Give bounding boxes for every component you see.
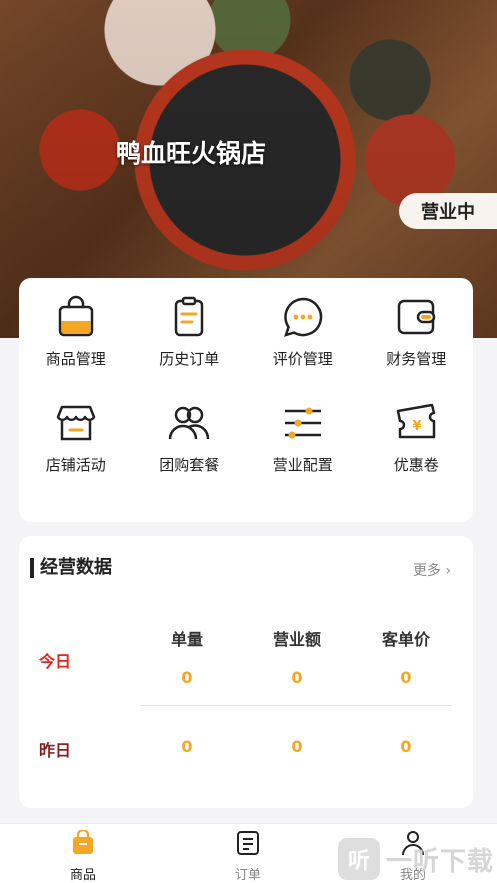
storefront-icon — [53, 400, 99, 446]
watermark-text: 一听下载 — [386, 846, 495, 877]
watermark-glyph: 听 — [338, 838, 380, 880]
value-yesterday-orders: 0 — [181, 737, 193, 756]
more-link[interactable]: 更多 › — [413, 560, 451, 580]
more-link-label: 更多 — [412, 563, 441, 579]
wallet-icon — [393, 294, 439, 340]
divider — [140, 705, 452, 706]
section-title: 经营数据 — [30, 558, 112, 578]
value-today-avg-price: 0 — [400, 668, 412, 687]
order-list-icon — [236, 830, 260, 860]
menu-item-products[interactable]: 商品管理 — [19, 294, 133, 400]
business-data-card: 经营数据 更多 › 单量 营业额 客单价 今日 0 0 0 昨日 0 0 0 — [19, 536, 473, 808]
menu-item-group-buy[interactable]: 团购套餐 — [133, 400, 247, 506]
menu-item-label: 评价管理 — [272, 350, 333, 368]
column-header: 客单价 — [381, 630, 430, 649]
menu-item-order-history[interactable]: 历史订单 — [133, 294, 247, 400]
bag-icon — [71, 828, 95, 860]
tab-orders[interactable]: 订单 — [208, 830, 288, 883]
row-label-today: 今日 — [39, 652, 72, 671]
menu-item-coupons[interactable]: ¥ 优惠卷 — [360, 400, 474, 506]
group-users-icon — [166, 400, 212, 446]
shopping-bag-icon — [53, 294, 99, 340]
function-menu-card: 商品管理 历史订单 评价管理 财务管理 店铺活动 团购套餐 营业配置 ¥ 优惠卷 — [19, 278, 473, 522]
menu-item-label: 商品管理 — [45, 350, 106, 368]
menu-item-label: 营业配置 — [272, 456, 333, 474]
menu-item-reviews[interactable]: 评价管理 — [246, 294, 360, 400]
tab-label: 商品 — [69, 868, 96, 883]
coupon-ticket-icon: ¥ — [393, 400, 439, 446]
menu-item-label: 历史订单 — [159, 350, 220, 368]
menu-item-label: 财务管理 — [386, 350, 447, 368]
value-today-revenue: 0 — [291, 668, 303, 687]
watermark-logo: 听 一听下载 — [338, 838, 494, 880]
clipboard-icon — [166, 294, 212, 340]
value-yesterday-avg-price: 0 — [400, 737, 412, 756]
shop-name: 鸭血旺火锅店 — [116, 139, 267, 168]
value-today-orders: 0 — [181, 668, 193, 687]
column-header: 营业额 — [272, 630, 321, 649]
sliders-icon — [280, 400, 326, 446]
tab-products[interactable]: 商品 — [43, 828, 123, 883]
tab-label: 订单 — [234, 868, 261, 883]
menu-item-label: 优惠卷 — [393, 456, 439, 474]
menu-item-label: 团购套餐 — [159, 456, 220, 474]
chat-bubble-icon — [280, 294, 326, 340]
chevron-right-icon: › — [445, 563, 451, 579]
column-header: 单量 — [170, 630, 203, 649]
value-yesterday-revenue: 0 — [291, 737, 303, 756]
row-label-yesterday: 昨日 — [39, 741, 72, 760]
svg-text:¥: ¥ — [413, 419, 422, 434]
menu-item-store-activity[interactable]: 店铺活动 — [19, 400, 133, 506]
business-status-badge[interactable]: 营业中 — [399, 193, 497, 229]
menu-item-business-config[interactable]: 营业配置 — [246, 400, 360, 506]
menu-item-label: 店铺活动 — [45, 456, 106, 474]
menu-item-finance[interactable]: 财务管理 — [360, 294, 474, 400]
